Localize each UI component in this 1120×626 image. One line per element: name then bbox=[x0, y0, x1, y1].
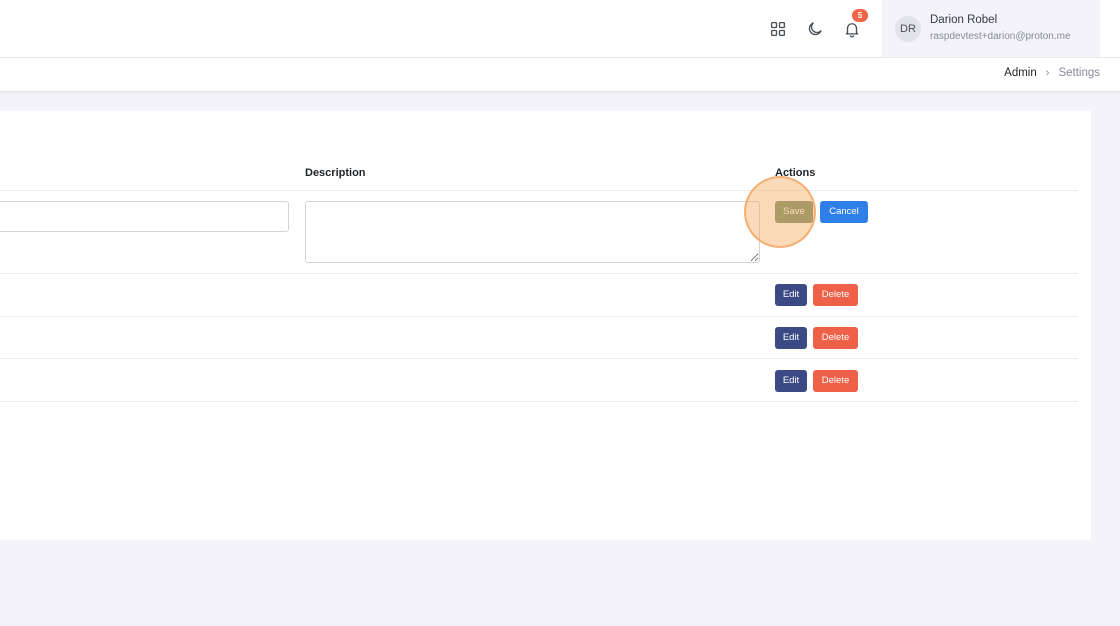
row-divider bbox=[0, 401, 1078, 402]
edit-button[interactable]: Edit bbox=[775, 327, 807, 349]
breadcrumb-item-settings: Settings bbox=[1058, 67, 1100, 79]
description-input[interactable] bbox=[305, 201, 760, 263]
apps-grid-icon[interactable] bbox=[766, 17, 790, 41]
chevron-right-icon: › bbox=[1045, 67, 1050, 79]
user-menu[interactable]: DR Darion Robel raspdevtest+darion@proto… bbox=[882, 0, 1100, 57]
settings-table-card: Description Actions Save Cancel Edit Del… bbox=[0, 111, 1091, 540]
header-divider bbox=[0, 190, 1078, 191]
row-divider bbox=[0, 316, 1078, 317]
delete-button[interactable]: Delete bbox=[813, 327, 858, 349]
moon-icon[interactable] bbox=[803, 17, 827, 41]
top-navbar: 5 DR Darion Robel raspdevtest+darion@pro… bbox=[0, 0, 1120, 58]
cancel-button[interactable]: Cancel bbox=[820, 201, 868, 223]
edit-button[interactable]: Edit bbox=[775, 284, 807, 306]
notification-badge: 5 bbox=[852, 9, 868, 22]
page-title-bar: Admin › Settings bbox=[0, 58, 1120, 91]
column-header-actions: Actions bbox=[775, 167, 816, 179]
breadcrumb-item-admin[interactable]: Admin bbox=[1004, 67, 1037, 79]
avatar: DR bbox=[895, 16, 921, 42]
edit-button[interactable]: Edit bbox=[775, 370, 807, 392]
delete-button[interactable]: Delete bbox=[813, 284, 858, 306]
row-divider bbox=[0, 358, 1078, 359]
delete-button[interactable]: Delete bbox=[813, 370, 858, 392]
column-header-description: Description bbox=[305, 167, 366, 179]
user-name: Darion Robel bbox=[930, 14, 998, 26]
user-email: raspdevtest+darion@proton.me bbox=[930, 31, 1071, 42]
save-button[interactable]: Save bbox=[775, 201, 813, 223]
name-input[interactable] bbox=[0, 201, 289, 232]
row-divider bbox=[0, 273, 1078, 274]
breadcrumb: Admin › Settings bbox=[1004, 67, 1100, 79]
